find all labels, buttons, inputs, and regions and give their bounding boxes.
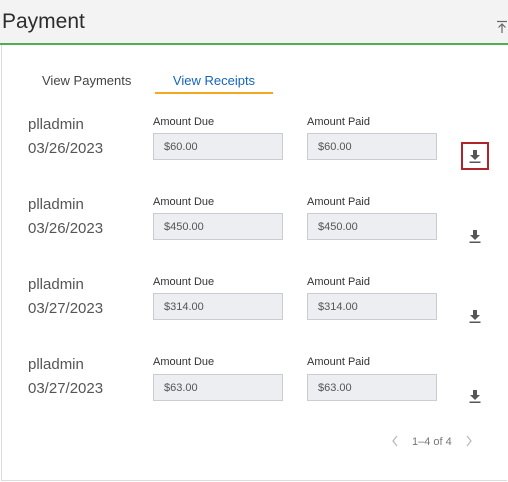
receipt-user: plladmin [28,196,84,213]
amount-paid-label: Amount Paid [307,276,370,288]
amount-due-field: $63.00 [153,374,283,401]
amount-due-label: Amount Due [153,196,215,208]
download-receipt-button[interactable] [461,142,489,170]
download-receipt-button[interactable] [461,222,489,250]
amount-paid-label: Amount Paid [307,116,370,128]
amount-due-label: Amount Due [153,276,215,288]
amount-paid-label: Amount Paid [307,356,370,368]
page-header: Payment [0,0,508,45]
tab-view-payments[interactable]: View Payments [42,73,131,88]
amount-due-label: Amount Due [153,356,215,368]
receipt-date: 03/26/2023 [28,140,104,157]
download-icon [469,309,481,323]
download-receipt-button[interactable] [461,382,489,410]
receipt-date: 03/27/2023 [28,300,104,317]
payment-panel [1,45,507,481]
amount-due-field: $60.00 [153,133,283,160]
receipt-date: 03/26/2023 [28,220,104,237]
tab-view-receipts[interactable]: View Receipts [155,73,273,94]
amount-due-field: $314.00 [153,293,283,320]
download-icon [469,149,481,163]
receipt-user: plladmin [28,356,84,373]
pagination-range: 1–4 of 4 [412,436,452,448]
chevron-right-icon[interactable] [464,434,474,448]
amount-paid-label: Amount Paid [307,196,370,208]
amount-paid-field: $63.00 [307,374,437,401]
amount-paid-field: $60.00 [307,133,437,160]
chevron-left-icon[interactable] [390,434,400,448]
amount-due-label: Amount Due [153,116,215,128]
receipt-user: plladmin [28,276,84,293]
amount-paid-field: $450.00 [307,213,437,240]
amount-due-field: $450.00 [153,213,283,240]
download-icon [469,229,481,243]
download-receipt-button[interactable] [461,302,489,330]
page-title: Payment [2,10,85,33]
receipt-user: plladmin [28,116,84,133]
download-icon [469,389,481,403]
collapse-up-icon[interactable] [496,20,508,34]
amount-paid-field: $314.00 [307,293,437,320]
receipt-date: 03/27/2023 [28,380,104,397]
